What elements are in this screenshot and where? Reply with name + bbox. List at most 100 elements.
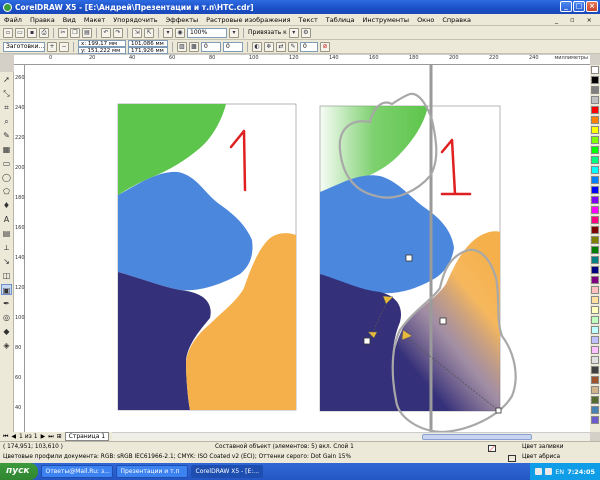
transparency-mode-icon[interactable]: ▩ [189, 41, 199, 52]
palette-swatch[interactable] [591, 216, 599, 224]
edit-transparency-icon[interactable]: ✎ [288, 41, 298, 52]
palette-swatch[interactable] [591, 266, 599, 274]
menu-table[interactable]: Таблица [322, 16, 359, 24]
width-field[interactable]: 101,086 мм [128, 39, 168, 47]
menu-help[interactable]: Справка [438, 16, 475, 24]
fill-tool-icon[interactable]: ◆ [1, 326, 12, 337]
text-tool-icon[interactable]: A [1, 214, 12, 225]
y-position-field[interactable]: y: 151,222 мм [78, 46, 126, 54]
palette-swatch[interactable] [591, 116, 599, 124]
freeze-icon[interactable]: ❄ [264, 41, 274, 52]
palette-swatch[interactable] [591, 376, 599, 384]
outline-tool-icon[interactable]: ◎ [1, 312, 12, 323]
taskbar-item-mailru[interactable]: Ответы@Mail.Ru: з... [40, 465, 113, 478]
snap-to-label[interactable]: Привязать к [248, 29, 287, 36]
palette-swatch[interactable] [591, 196, 599, 204]
palette-swatch[interactable] [591, 396, 599, 404]
menu-view[interactable]: Вид [59, 16, 80, 24]
interactive-fill-tool-icon[interactable]: ◈ [1, 340, 12, 351]
palette-swatch[interactable] [591, 276, 599, 284]
palette-swatch[interactable] [591, 386, 599, 394]
copy-icon[interactable]: ❐ [70, 27, 80, 38]
menu-window[interactable]: Окно [413, 16, 438, 24]
transparency-value-field[interactable]: 0 [201, 41, 221, 52]
transparency-tool-icon[interactable]: ▣ [1, 284, 12, 295]
menu-file[interactable]: Файл [0, 16, 26, 24]
clear-transparency-icon[interactable]: ⊘ [320, 41, 330, 52]
palette-swatch[interactable] [591, 66, 599, 74]
last-page-button[interactable]: ⏭ [48, 433, 53, 441]
palette-swatch[interactable] [591, 76, 599, 84]
palette-swatch[interactable] [591, 176, 599, 184]
table-tool-icon[interactable]: ▤ [1, 228, 12, 239]
doc-minimize-button[interactable]: _ [551, 16, 562, 24]
tray-icon[interactable] [535, 468, 543, 475]
pick-tool-icon[interactable]: ➚ [1, 74, 12, 85]
palette-swatch[interactable] [591, 206, 599, 214]
new-icon[interactable]: ▫ [3, 27, 13, 38]
app-launcher-icon[interactable]: ▾ [163, 27, 173, 38]
horizontal-ruler[interactable]: 0 20 40 60 80 100 120 140 160 180 200 22… [14, 54, 590, 65]
palette-swatch[interactable] [591, 356, 599, 364]
export-icon[interactable]: ⇱ [144, 27, 154, 38]
shape-tool-icon[interactable]: ⤡ [1, 88, 12, 99]
x-position-field[interactable]: x: 199,17 мм [78, 39, 126, 47]
palette-swatch[interactable] [591, 336, 599, 344]
crop-tool-icon[interactable]: ⌗ [1, 102, 12, 113]
palette-swatch[interactable] [591, 166, 599, 174]
palette-swatch[interactable] [591, 126, 599, 134]
zoom-level-select[interactable]: 100% [187, 27, 227, 38]
options-icon[interactable]: ⚙ [300, 27, 311, 38]
taskbar-item-folder[interactable]: Презентации и т.п [115, 465, 188, 478]
cut-icon[interactable]: ✂ [58, 27, 68, 38]
ellipse-tool-icon[interactable]: ◯ [1, 172, 12, 183]
prev-page-button[interactable]: ◀ [11, 433, 16, 440]
snap-dropdown-icon[interactable]: ▾ [288, 27, 299, 38]
maximize-button[interactable]: □ [573, 1, 585, 12]
object-center-node[interactable] [405, 254, 413, 262]
remove-preset-icon[interactable]: − [59, 41, 69, 52]
zoom-dropdown-icon[interactable]: ▾ [229, 27, 239, 38]
print-icon[interactable]: ⎙ [39, 27, 49, 38]
palette-swatch[interactable] [591, 86, 599, 94]
palette-swatch[interactable] [591, 186, 599, 194]
undo-icon[interactable]: ↶ [101, 27, 111, 38]
menu-edit[interactable]: Правка [26, 16, 59, 24]
taskbar-item-coreldraw[interactable]: CorelDRAW X5 - [E:... [190, 465, 263, 478]
preset-select[interactable]: Заготовки... [3, 41, 45, 52]
palette-swatch[interactable] [591, 156, 599, 164]
palette-swatch[interactable] [591, 236, 599, 244]
doc-restore-button[interactable]: ▫ [566, 16, 578, 24]
minimize-button[interactable]: _ [560, 1, 572, 12]
page-tab[interactable]: Страница 1 [64, 432, 110, 441]
menu-effects[interactable]: Эффекты [162, 16, 203, 24]
menu-layout[interactable]: Макет [80, 16, 109, 24]
drawing-canvas[interactable] [25, 65, 590, 432]
palette-swatch[interactable] [591, 146, 599, 154]
add-preset-icon[interactable]: + [47, 41, 57, 52]
polygon-tool-icon[interactable]: ⬠ [1, 186, 12, 197]
menu-tools[interactable]: Инструменты [359, 16, 414, 24]
palette-swatch[interactable] [591, 256, 599, 264]
language-indicator[interactable]: EN [555, 468, 564, 476]
palette-swatch[interactable] [591, 296, 599, 304]
paste-icon[interactable]: ▤ [82, 27, 92, 38]
zoom-tool-icon[interactable]: ⌕ [1, 116, 12, 127]
transparency-pct-field[interactable]: 0 [223, 41, 243, 52]
smart-fill-tool-icon[interactable]: ▦ [1, 144, 12, 155]
palette-swatch[interactable] [591, 106, 599, 114]
palette-swatch[interactable] [591, 136, 599, 144]
rectangle-tool-icon[interactable]: ▭ [1, 158, 12, 169]
palette-swatch[interactable] [591, 316, 599, 324]
palette-swatch[interactable] [591, 96, 599, 104]
next-page-button[interactable]: ▶ [41, 433, 46, 440]
tray-icon[interactable] [545, 468, 553, 475]
palette-swatch[interactable] [591, 226, 599, 234]
transparency-mid-node[interactable] [439, 317, 447, 325]
palette-swatch[interactable] [591, 246, 599, 254]
height-field[interactable]: 171,926 мм [128, 46, 168, 54]
doc-close-button[interactable]: × [583, 16, 596, 24]
first-page-button[interactable]: ⏮ [3, 433, 8, 441]
palette-swatch[interactable] [591, 306, 599, 314]
menu-arrange[interactable]: Упорядочить [109, 16, 161, 24]
